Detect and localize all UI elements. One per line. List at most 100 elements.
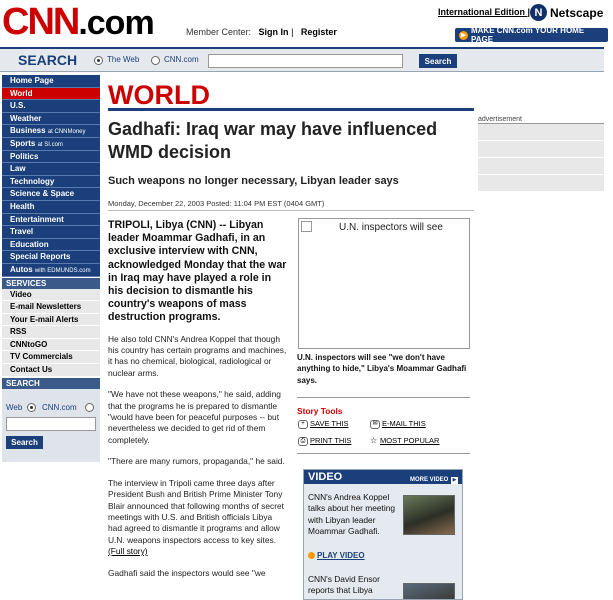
nav-item-label: Weather bbox=[10, 113, 42, 123]
netscape-logo[interactable]: N Netscape bbox=[530, 4, 603, 21]
play-video-label: PLAY VIDEO bbox=[317, 551, 365, 560]
nav-item-label: Business bbox=[10, 126, 46, 136]
nav-item-label: Special Reports bbox=[10, 252, 71, 262]
service-item-tv-commercials[interactable]: TV Commercials bbox=[2, 351, 100, 365]
member-center: Member Center: Sign In | Register bbox=[186, 27, 337, 37]
sign-in-link[interactable]: Sign In bbox=[259, 27, 289, 37]
photo-caption: U.N. inspectors will see "we don't have … bbox=[297, 353, 467, 385]
site-header: CNN.com Member Center: Sign In | Registe… bbox=[0, 0, 613, 46]
nav-item-sublabel: with EDMUNDS.com bbox=[34, 267, 91, 274]
arrow-right-icon: ▶ bbox=[451, 477, 458, 484]
left-radio-web[interactable] bbox=[27, 402, 36, 412]
logo-main: CNN bbox=[2, 1, 80, 43]
section-title: WORLD bbox=[108, 80, 210, 110]
article-paragraph: Gadhafi said the inspectors would see "w… bbox=[108, 567, 266, 578]
international-edition-link[interactable]: International Edition | bbox=[438, 7, 530, 17]
radio-the-web[interactable] bbox=[94, 56, 103, 65]
video-item-description[interactable]: CNN's David Ensor reports that Libya bbox=[308, 574, 398, 597]
left-search-input[interactable] bbox=[6, 416, 96, 431]
nav-item-autos[interactable]: Autos with EDMUNDS.com bbox=[2, 263, 100, 277]
play-video-link[interactable]: PLAY VIDEO bbox=[308, 551, 365, 560]
nav-item-law[interactable]: Law bbox=[2, 163, 100, 176]
nav-item-business[interactable]: Business at CNNMoney bbox=[2, 125, 100, 138]
nav-item-health[interactable]: Health bbox=[2, 200, 100, 214]
service-item-email-alerts[interactable]: Your E-mail Alerts bbox=[2, 313, 100, 327]
nav-item-us[interactable]: U.S. bbox=[2, 100, 100, 113]
left-search-button[interactable]: Search bbox=[6, 435, 43, 449]
make-home-page-label: MAKE CNN.com YOUR HOME PAGE bbox=[470, 26, 585, 44]
nav-item-science-space[interactable]: Science & Space bbox=[2, 188, 100, 201]
ad-slot[interactable] bbox=[478, 158, 604, 174]
search-button[interactable]: Search bbox=[419, 54, 457, 68]
left-radio-web-label: Web bbox=[6, 402, 23, 412]
ad-slot[interactable] bbox=[478, 141, 604, 157]
video-box: VIDEO MORE VIDEO ▶ CNN's Andrea Koppel t… bbox=[303, 469, 463, 600]
article-paragraph: He also told CNN's Andrea Koppel that th… bbox=[108, 333, 287, 378]
service-item-video[interactable]: Video bbox=[2, 288, 100, 302]
service-item-cnntogo[interactable]: CNNtoGO bbox=[2, 338, 100, 352]
left-search-box: Web CNN.com Search bbox=[2, 388, 100, 462]
play-icon bbox=[308, 552, 315, 560]
services-heading: SERVICES bbox=[2, 277, 100, 289]
radio-cnn-com[interactable] bbox=[151, 56, 160, 65]
nav-item-travel[interactable]: Travel bbox=[2, 226, 100, 239]
left-search-heading: SEARCH bbox=[2, 377, 100, 389]
more-video-link[interactable]: MORE VIDEO ▶ bbox=[410, 473, 458, 487]
nav-item-label: Home Page bbox=[10, 76, 54, 85]
video-header: VIDEO MORE VIDEO ▶ bbox=[304, 470, 462, 484]
search-title: SEARCH bbox=[18, 52, 78, 68]
arrow-right-icon: ▶ bbox=[459, 30, 468, 40]
nav-item-world[interactable]: World bbox=[2, 87, 100, 101]
nav-item-special-reports[interactable]: Special Reports bbox=[2, 251, 100, 264]
video-thumbnail[interactable] bbox=[403, 495, 455, 535]
left-radio-cnn-label: CNN.com bbox=[42, 402, 77, 412]
story-tools-title: Story Tools bbox=[297, 406, 343, 416]
nav-item-technology[interactable]: Technology bbox=[2, 175, 100, 189]
video-thumbnail[interactable] bbox=[403, 583, 455, 599]
print-this-link[interactable]: ⎙ PRINT THIS bbox=[298, 436, 351, 446]
left-radio-cnn[interactable] bbox=[85, 402, 94, 412]
ad-slot[interactable] bbox=[478, 175, 604, 191]
save-icon: + bbox=[298, 419, 308, 429]
nav-item-weather[interactable]: Weather bbox=[2, 112, 100, 126]
service-item-email-newsletters[interactable]: E-mail Newsletters bbox=[2, 301, 100, 314]
nav-item-label: Technology bbox=[10, 176, 55, 186]
nav-item-label: World bbox=[10, 88, 33, 98]
full-story-link[interactable]: (Full story) bbox=[108, 546, 148, 556]
separator: | bbox=[291, 27, 294, 37]
save-this-label: SAVE THIS bbox=[310, 419, 349, 428]
star-icon: ☆ bbox=[370, 436, 378, 446]
service-item-contact-us[interactable]: Contact Us bbox=[2, 364, 100, 377]
member-center-label: Member Center: bbox=[186, 27, 252, 37]
section-divider bbox=[108, 108, 474, 111]
nav-item-sports[interactable]: Sports at SI.com bbox=[2, 137, 100, 151]
netscape-icon: N bbox=[530, 4, 547, 21]
logo-suffix: .com bbox=[78, 4, 154, 42]
nav-item-label: Politics bbox=[10, 151, 39, 161]
nav-item-home-page[interactable]: Home Page bbox=[2, 75, 100, 88]
article-lede: TRIPOLI, Libya (CNN) -- Libyan leader Mo… bbox=[108, 219, 287, 324]
register-link[interactable]: Register bbox=[301, 27, 337, 37]
most-popular-link[interactable]: ☆ MOST POPULAR bbox=[370, 436, 439, 445]
search-input[interactable] bbox=[208, 54, 403, 68]
tools-divider bbox=[297, 453, 470, 454]
make-home-page-button[interactable]: ▶ MAKE CNN.com YOUR HOME PAGE bbox=[455, 26, 608, 44]
email-icon: ✉ bbox=[370, 419, 380, 429]
service-item-rss[interactable]: RSS bbox=[2, 326, 100, 339]
dateline-divider bbox=[108, 210, 474, 211]
video-item-description[interactable]: CNN's Andrea Koppel talks about her meet… bbox=[308, 492, 398, 538]
nav-item-politics[interactable]: Politics bbox=[2, 150, 100, 164]
save-this-link[interactable]: + SAVE THIS bbox=[298, 419, 349, 429]
nav-item-entertainment[interactable]: Entertainment bbox=[2, 213, 100, 227]
nav-item-label: U.S. bbox=[10, 101, 26, 111]
dateline: Monday, December 22, 2003 Posted: 11:04 … bbox=[108, 199, 325, 208]
nav-item-sublabel: at CNNMoney bbox=[47, 129, 86, 136]
video-title: VIDEO bbox=[308, 471, 343, 483]
email-this-link[interactable]: ✉ E-MAIL THIS bbox=[370, 419, 426, 429]
ad-slot[interactable] bbox=[478, 124, 604, 140]
nav-item-education[interactable]: Education bbox=[2, 238, 100, 252]
email-this-label: E-MAIL THIS bbox=[382, 419, 426, 428]
print-this-label: PRINT THIS bbox=[310, 436, 352, 445]
search-bar: SEARCH The Web CNN.com Search bbox=[0, 47, 604, 72]
cnn-logo[interactable]: CNN.com bbox=[2, 1, 155, 43]
